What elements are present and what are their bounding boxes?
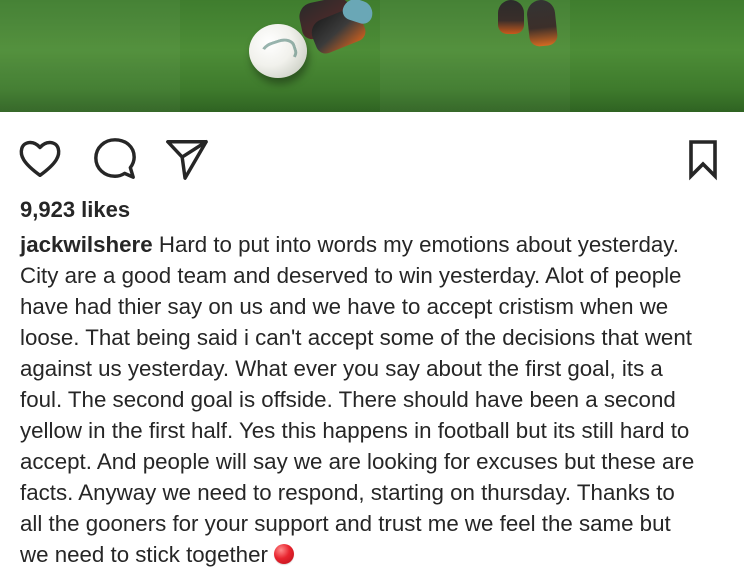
football bbox=[249, 24, 307, 78]
comment-bubble-icon[interactable] bbox=[92, 136, 138, 182]
caption-line: against us yesterday. What ever you say … bbox=[20, 356, 663, 381]
caption-line: facts. Anyway we need to respond, starti… bbox=[20, 480, 675, 505]
likes-count[interactable]: 9,923 likes bbox=[20, 197, 130, 223]
caption-line: jackwilshere Hard to put into words my e… bbox=[20, 229, 738, 260]
caption-line: yellow in the first half. Yes this happe… bbox=[20, 418, 690, 443]
caption-text: we need to stick together bbox=[20, 542, 268, 567]
caption-line: loose. That being said i can't accept so… bbox=[20, 325, 692, 350]
red-circle-emoji bbox=[273, 544, 294, 564]
caption-line: we need to stick together bbox=[20, 539, 738, 570]
heart-outline-icon[interactable] bbox=[17, 136, 63, 182]
post-action-bar bbox=[0, 112, 744, 194]
caption-text: Hard to put into words my emotions about… bbox=[158, 232, 679, 257]
bookmark-outline-icon[interactable] bbox=[680, 136, 720, 182]
player-boot bbox=[525, 0, 559, 48]
player-boot bbox=[498, 0, 524, 34]
post-caption: jackwilshere Hard to put into words my e… bbox=[20, 229, 738, 570]
caption-username[interactable]: jackwilshere bbox=[20, 232, 153, 257]
paper-plane-icon[interactable] bbox=[163, 136, 209, 182]
caption-line: City are a good team and deserved to win… bbox=[20, 263, 682, 288]
caption-line: have had thier say on us and we have to … bbox=[20, 294, 669, 319]
grass-stripe bbox=[0, 0, 180, 112]
post-photo[interactable] bbox=[0, 0, 744, 112]
caption-line: foul. The second goal is offside. There … bbox=[20, 387, 676, 412]
caption-line: accept. And people will say we are looki… bbox=[20, 449, 695, 474]
caption-line: all the gooners for your support and tru… bbox=[20, 511, 671, 536]
